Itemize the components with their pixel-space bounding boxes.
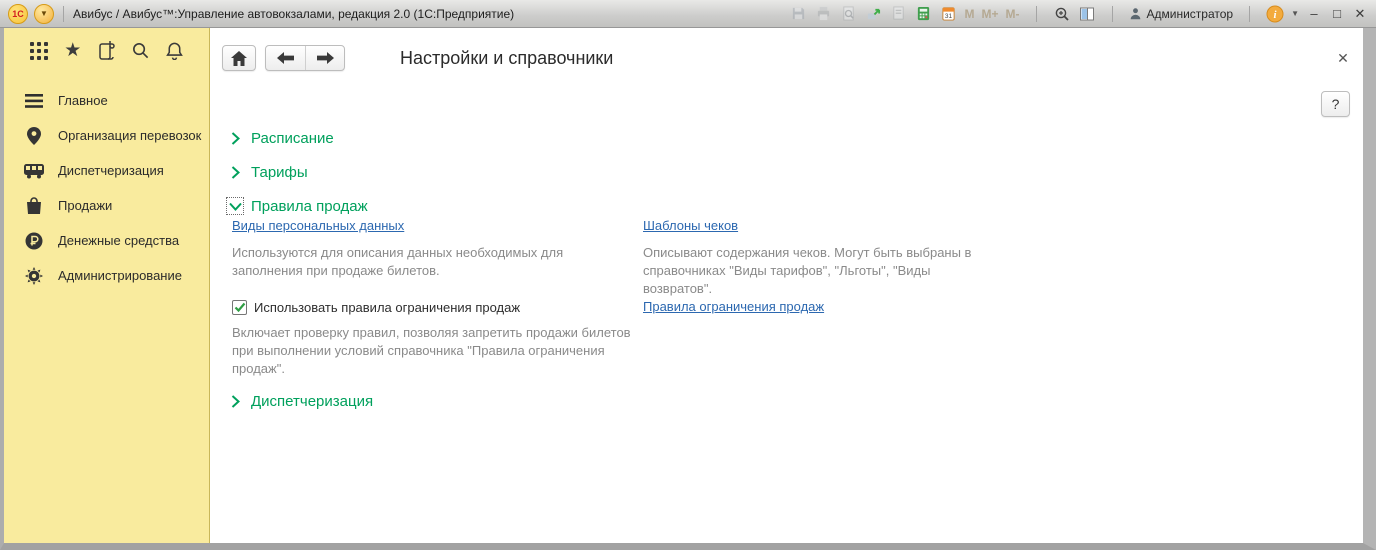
receipt-templates-link[interactable]: Шаблоны чеков [643, 218, 738, 233]
check-icon [234, 302, 246, 313]
sidebar-item-label: Организация перевозок [58, 128, 201, 143]
section-label: Расписание [251, 130, 334, 147]
search-icon[interactable] [129, 40, 151, 62]
print-document-icon[interactable] [889, 5, 907, 23]
divider [1036, 6, 1037, 22]
checkbox-checked[interactable] [232, 300, 247, 315]
current-user-button[interactable]: Администратор [1129, 7, 1234, 21]
app-body: ★ Главное [0, 28, 1376, 550]
title-bar: 1С ▼ Авибус / Авибус™:Управление автовок… [0, 0, 1376, 28]
hamburger-icon [24, 94, 44, 108]
use-restriction-rules-checkbox-row[interactable]: Использовать правила ограничения продаж [232, 298, 643, 316]
restriction-rules-link[interactable]: Правила ограничения продаж [643, 299, 824, 314]
sidebar-item-cash[interactable]: Денежные средства [4, 223, 209, 258]
minimize-button[interactable]: – [1306, 6, 1322, 21]
forward-button[interactable] [305, 46, 344, 70]
chevron-down-icon[interactable]: ▼ [1291, 9, 1299, 18]
1c-logo-icon: 1С [8, 4, 28, 24]
sidebar-item-label: Денежные средства [58, 233, 179, 248]
user-icon [1129, 7, 1142, 20]
settings-sections: Расписание Тарифы Правила продаж [210, 128, 1363, 411]
personal-data-types-link[interactable]: Виды персональных данных [232, 218, 404, 233]
history-nav [265, 45, 345, 71]
close-window-button[interactable]: ✕ [1352, 6, 1368, 22]
ruble-coin-icon [24, 232, 44, 250]
apps-grid-icon[interactable] [28, 40, 50, 62]
location-pin-icon [24, 127, 44, 145]
sidebar-item-sales[interactable]: Продажи [4, 188, 209, 223]
page-title: Настройки и справочники [400, 48, 613, 69]
shopping-bag-icon [24, 197, 44, 215]
calendar-icon[interactable]: 31 [939, 5, 957, 23]
section-label: Тарифы [251, 164, 308, 181]
sales-rules-content: Виды персональных данных Используются дл… [228, 216, 1363, 378]
print-icon[interactable] [814, 5, 832, 23]
chevron-right-icon [228, 131, 242, 145]
section-label: Правила продаж [251, 198, 368, 215]
checkbox-label: Использовать правила ограничения продаж [254, 300, 520, 315]
maximize-button[interactable]: □ [1329, 6, 1345, 21]
external-link-icon[interactable] [864, 5, 882, 23]
home-button[interactable] [222, 45, 256, 71]
divider [1112, 6, 1113, 22]
sidebar-item-administration[interactable]: Администрирование [4, 258, 209, 293]
bus-icon [24, 163, 44, 179]
sidebar-menu: Главное Организация перевозок Диспетчери… [4, 73, 209, 293]
close-panel-icon[interactable]: ✕ [1335, 50, 1351, 66]
sidebar-item-label: Главное [58, 93, 108, 108]
home-icon [231, 51, 247, 66]
info-icon[interactable]: i [1266, 5, 1284, 23]
sidebar-item-dispatching[interactable]: Диспетчеризация [4, 153, 209, 188]
calculator-icon[interactable] [914, 5, 932, 23]
titlebar-actions: 31 М М+ М- Администратор i ▼ – □ [789, 5, 1368, 23]
sidebar-item-transport-organization[interactable]: Организация перевозок [4, 118, 209, 153]
main-menu-button[interactable]: ▼ [34, 4, 54, 24]
window-title: Авибус / Авибус™:Управление автовокзалам… [73, 7, 514, 21]
section-sales-rules[interactable]: Правила продаж [228, 196, 1363, 216]
main-panel: Настройки и справочники ✕ ? Расписание Т… [210, 28, 1363, 543]
arrow-left-icon [277, 52, 294, 64]
favorites-star-icon[interactable]: ★ [62, 40, 84, 62]
svg-text:31: 31 [945, 13, 953, 20]
sales-rules-right-column: Шаблоны чеков Описывают содержания чеков… [643, 216, 993, 378]
history-scroll-icon[interactable] [96, 40, 118, 62]
chevron-right-icon [228, 165, 242, 179]
sidebar: ★ Главное [4, 28, 210, 543]
memory-plus-button[interactable]: М+ [981, 7, 998, 21]
notifications-bell-icon[interactable] [163, 40, 185, 62]
gear-icon [24, 267, 44, 285]
section-dispatching[interactable]: Диспетчеризация [228, 391, 1363, 411]
memory-recall-button[interactable]: М [964, 7, 974, 21]
section-label: Диспетчеризация [251, 393, 373, 410]
save-icon[interactable] [789, 5, 807, 23]
memory-minus-button[interactable]: М- [1006, 7, 1020, 21]
sales-rules-left-column: Виды персональных данных Используются дл… [232, 216, 643, 378]
sidebar-item-label: Диспетчеризация [58, 163, 164, 178]
user-name: Администратор [1147, 7, 1234, 21]
help-button[interactable]: ? [1321, 91, 1350, 117]
sidebar-item-main[interactable]: Главное [4, 83, 209, 118]
function-header: Настройки и справочники [210, 28, 1363, 71]
divider [1249, 6, 1250, 22]
back-button[interactable] [266, 46, 305, 70]
use-restriction-description: Включает проверку правил, позволяя запре… [232, 324, 643, 378]
chevron-right-icon [228, 394, 242, 408]
app-window: 1С ▼ Авибус / Авибус™:Управление автовок… [0, 0, 1376, 550]
arrow-right-icon [317, 52, 334, 64]
sidebar-item-label: Администрирование [58, 268, 182, 283]
chevron-down-icon [228, 199, 242, 213]
personal-data-types-description: Используются для описания данных необход… [232, 244, 632, 280]
sidebar-toolbar: ★ [4, 28, 209, 73]
sidebar-item-label: Продажи [58, 198, 112, 213]
zoom-icon[interactable] [1053, 5, 1071, 23]
split-view-icon[interactable] [1078, 5, 1096, 23]
section-tariffs[interactable]: Тарифы [228, 162, 1363, 182]
print-preview-icon[interactable] [839, 5, 857, 23]
receipt-templates-description: Описывают содержания чеков. Могут быть в… [643, 244, 988, 298]
section-schedule[interactable]: Расписание [228, 128, 1363, 148]
divider [63, 6, 64, 22]
